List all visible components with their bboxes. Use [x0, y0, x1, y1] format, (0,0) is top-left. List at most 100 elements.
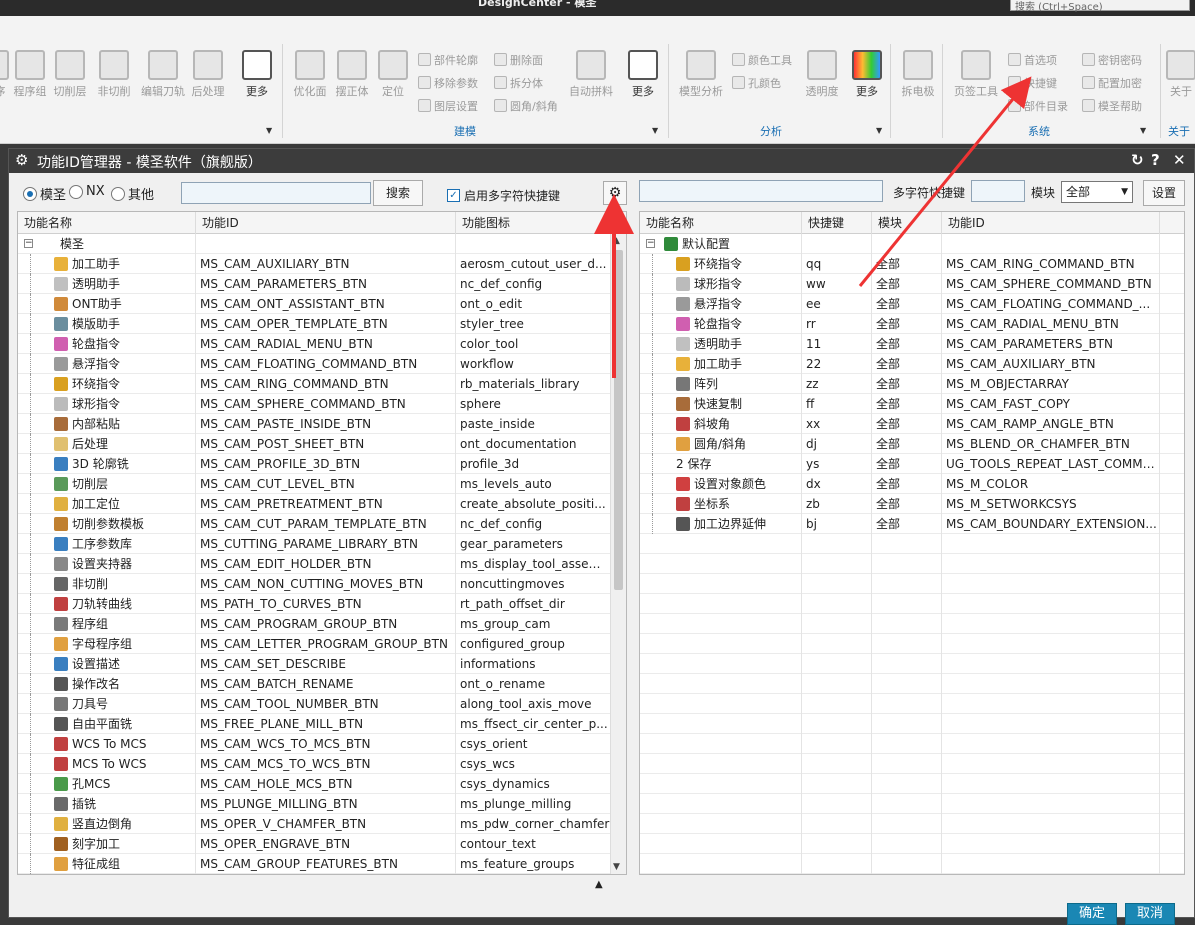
ribbon-btn-0[interactable]: 序 [0, 50, 10, 99]
table-row[interactable]: 特征成组 MS_CAM_GROUP_FEATURES_BTN ms_feature_… [18, 854, 626, 874]
chevron-down-icon[interactable]: ▼ [1140, 126, 1146, 135]
ribbon-btn-position[interactable]: 定位 [376, 50, 410, 99]
table-row[interactable]: MCS To WCS MS_CAM_MCS_TO_WCS_BTN csys_wcs [18, 754, 626, 774]
ribbon-btn-layer-settings[interactable]: 图层设置 [418, 98, 478, 114]
table-row[interactable]: 刻字加工 MS_OPER_ENGRAVE_BTN contour_text [18, 834, 626, 854]
table-row[interactable]: 球形指令 MS_CAM_SPHERE_COMMAND_BTN sphere [18, 394, 626, 414]
table-row[interactable]: 圆角/斜角 dj 全部 MS_BLEND_OR_CHAMFER_BTN [640, 434, 1184, 454]
col-header-id[interactable]: 功能ID [942, 212, 1160, 234]
chevron-down-icon[interactable]: ▼ [876, 126, 882, 135]
ribbon-btn-delete-face[interactable]: 删除面 [494, 52, 543, 68]
ribbon-btn-post-process[interactable]: 后处理 [188, 50, 228, 99]
shortcut-key[interactable]: 11 [802, 334, 872, 354]
shortcut-key[interactable]: qq [802, 254, 872, 274]
cancel-button[interactable]: 取消 [1125, 903, 1175, 925]
scroll-up-icon[interactable]: ▲ [613, 236, 620, 246]
table-row[interactable]: 设置描述 MS_CAM_SET_DESCRIBE informations [18, 654, 626, 674]
table-row[interactable]: 轮盘指令 MS_CAM_RADIAL_MENU_BTN color_tool [18, 334, 626, 354]
table-row[interactable]: 环绕指令 MS_CAM_RING_COMMAND_BTN rb_materials_… [18, 374, 626, 394]
table-row[interactable]: 2 保存 ys 全部 UG_TOOLS_REPEAT_LAST_COMMA... [640, 454, 1184, 474]
shortcut-key[interactable]: dj [802, 434, 872, 454]
shortcut-key[interactable]: dx [802, 474, 872, 494]
table-row[interactable]: WCS To MCS MS_CAM_WCS_TO_MCS_BTN csys_orie… [18, 734, 626, 754]
table-row[interactable]: 设置对象颜色 dx 全部 MS_M_COLOR [640, 474, 1184, 494]
ribbon-btn-part-directory[interactable]: 部件目录 [1008, 98, 1068, 114]
shortcut-key[interactable]: xx [802, 414, 872, 434]
right-search-input[interactable] [639, 180, 883, 202]
table-row[interactable]: 轮盘指令 rr 全部 MS_CAM_RADIAL_MENU_BTN [640, 314, 1184, 334]
scroll-thumb[interactable] [614, 250, 623, 590]
table-row[interactable]: 字母程序组 MS_CAM_LETTER_PROGRAM_GROUP_BTN conf… [18, 634, 626, 654]
collapse-icon[interactable]: − [24, 239, 33, 248]
table-row[interactable]: 加工助手 MS_CAM_AUXILIARY_BTN aerosm_cutout_us… [18, 254, 626, 274]
ribbon-btn-edit-toolpath[interactable]: 编辑刀轨 [138, 50, 188, 99]
settings-gear-button[interactable]: ⚙ [603, 181, 627, 205]
shortcut-key[interactable]: zb [802, 494, 872, 514]
col-header-name[interactable]: 功能名称 [18, 212, 196, 234]
shortcut-key[interactable]: zz [802, 374, 872, 394]
ribbon-btn-part-outline[interactable]: 部件轮廓 [418, 52, 478, 68]
close-icon[interactable]: ✕ [1173, 151, 1186, 169]
shortcut-key[interactable]: ww [802, 274, 872, 294]
ribbon-btn-hole-color[interactable]: 孔颜色 [732, 75, 781, 91]
table-row[interactable]: 自由平面铣 MS_FREE_PLANE_MILL_BTN ms_ffsect_cir… [18, 714, 626, 734]
ribbon-btn-cut-level[interactable]: 切削层 [52, 50, 88, 99]
ok-button[interactable]: 确定 [1067, 903, 1117, 925]
shortcut-key[interactable]: ff [802, 394, 872, 414]
table-row[interactable]: 后处理 MS_CAM_POST_SHEET_BTN ont_documentatio… [18, 434, 626, 454]
table-row[interactable]: 孔MCS MS_CAM_HOLE_MCS_BTN csys_dynamics [18, 774, 626, 794]
ribbon-more-button-3[interactable]: 更多 [850, 50, 884, 99]
vertical-scrollbar[interactable]: ▲ ▼ [610, 234, 626, 874]
table-row[interactable]: 球形指令 ww 全部 MS_CAM_SPHERE_COMMAND_BTN [640, 274, 1184, 294]
ribbon-btn-electrode[interactable]: 拆电极 [898, 50, 938, 99]
ribbon-btn-blend-chamfer[interactable]: 圆角/斜角 [494, 98, 558, 114]
splitter-arrow-icon[interactable]: ▲ [595, 879, 603, 890]
col-header-id[interactable]: 功能ID [196, 212, 456, 234]
ribbon-btn-non-cutting[interactable]: 非切削 [96, 50, 132, 99]
ribbon-btn-model-analysis[interactable]: 模型分析 [676, 50, 726, 99]
table-row[interactable]: 透明助手 11 全部 MS_CAM_PARAMETERS_BTN [640, 334, 1184, 354]
col-header-shortcut[interactable]: 快捷键 [802, 212, 872, 234]
shortcut-key[interactable]: ys [802, 454, 872, 474]
global-search-input[interactable]: 搜索 (Ctrl+Space) [1010, 0, 1190, 13]
settings-button[interactable]: 设置 [1143, 180, 1185, 206]
ribbon-btn-transparency[interactable]: 透明度 [804, 50, 840, 99]
table-row[interactable]: ONT助手 MS_CAM_ONT_ASSISTANT_BTN ont_o_edit [18, 294, 626, 314]
ribbon-btn-page-tools[interactable]: 页签工具 [952, 50, 1000, 99]
table-row[interactable]: 坐标系 zb 全部 MS_M_SETWORKCSYS [640, 494, 1184, 514]
col-header-module[interactable]: 模块 [872, 212, 942, 234]
table-row[interactable]: 环绕指令 qq 全部 MS_CAM_RING_COMMAND_BTN [640, 254, 1184, 274]
ribbon-btn-about[interactable]: 关于 [1166, 50, 1195, 99]
multi-char-shortcut-checkbox[interactable]: ✓ 启用多字符快捷键 [447, 187, 560, 204]
table-row[interactable]: 设置夹持器 MS_CAM_EDIT_HOLDER_BTN ms_display_to… [18, 554, 626, 574]
ribbon-btn-align-body[interactable]: 摆正体 [332, 50, 372, 99]
module-select[interactable]: 全部 ▼ [1061, 181, 1133, 203]
table-row[interactable]: 内部粘贴 MS_CAM_PASTE_INSIDE_BTN paste_inside [18, 414, 626, 434]
col-header-icon[interactable]: 功能图标 [456, 212, 612, 234]
ribbon-btn-split-body[interactable]: 拆分体 [494, 75, 543, 91]
table-row[interactable]: 程序组 MS_CAM_PROGRAM_GROUP_BTN ms_group_cam [18, 614, 626, 634]
search-input[interactable] [181, 182, 371, 204]
ribbon-btn-optimize-face[interactable]: 优化面 [290, 50, 330, 99]
ribbon-btn-shortcut-keys[interactable]: 快捷键 [1008, 75, 1057, 91]
table-row[interactable]: 加工定位 MS_CAM_PRETREATMENT_BTN create_absolu… [18, 494, 626, 514]
col-header-name[interactable]: 功能名称 [640, 212, 802, 234]
ribbon-btn-auto-plate[interactable]: 自动拼料 [566, 50, 616, 99]
ribbon-btn-remove-params[interactable]: 移除参数 [418, 75, 478, 91]
shortcut-key[interactable]: 22 [802, 354, 872, 374]
table-row[interactable]: 刀具号 MS_CAM_TOOL_NUMBER_BTN along_tool_axis… [18, 694, 626, 714]
table-row[interactable]: 切削层 MS_CAM_CUT_LEVEL_BTN ms_levels_auto [18, 474, 626, 494]
tree-root-row[interactable]: − 模圣 [18, 234, 626, 254]
table-row[interactable]: 插铣 MS_PLUNGE_MILLING_BTN ms_plunge_milling [18, 794, 626, 814]
table-row[interactable]: 加工边界延伸 bj 全部 MS_CAM_BOUNDARY_EXTENSION... [640, 514, 1184, 534]
table-row[interactable]: 透明助手 MS_CAM_PARAMETERS_BTN nc_def_config [18, 274, 626, 294]
ribbon-btn-program-group[interactable]: 程序组 [12, 50, 48, 99]
radio-nx[interactable]: NX [69, 184, 105, 199]
refresh-icon[interactable]: ↻ [1131, 151, 1144, 169]
table-row[interactable]: 竖直边倒角 MS_OPER_V_CHAMFER_BTN ms_pdw_corner_… [18, 814, 626, 834]
table-row[interactable]: 悬浮指令 MS_CAM_FLOATING_COMMAND_BTN workflow [18, 354, 626, 374]
ribbon-btn-config-encrypt[interactable]: 配置加密 [1082, 75, 1142, 91]
radio-other[interactable]: 其他 [111, 184, 154, 203]
shortcut-key[interactable]: rr [802, 314, 872, 334]
ribbon-btn-key-password[interactable]: 密钥密码 [1082, 52, 1142, 68]
